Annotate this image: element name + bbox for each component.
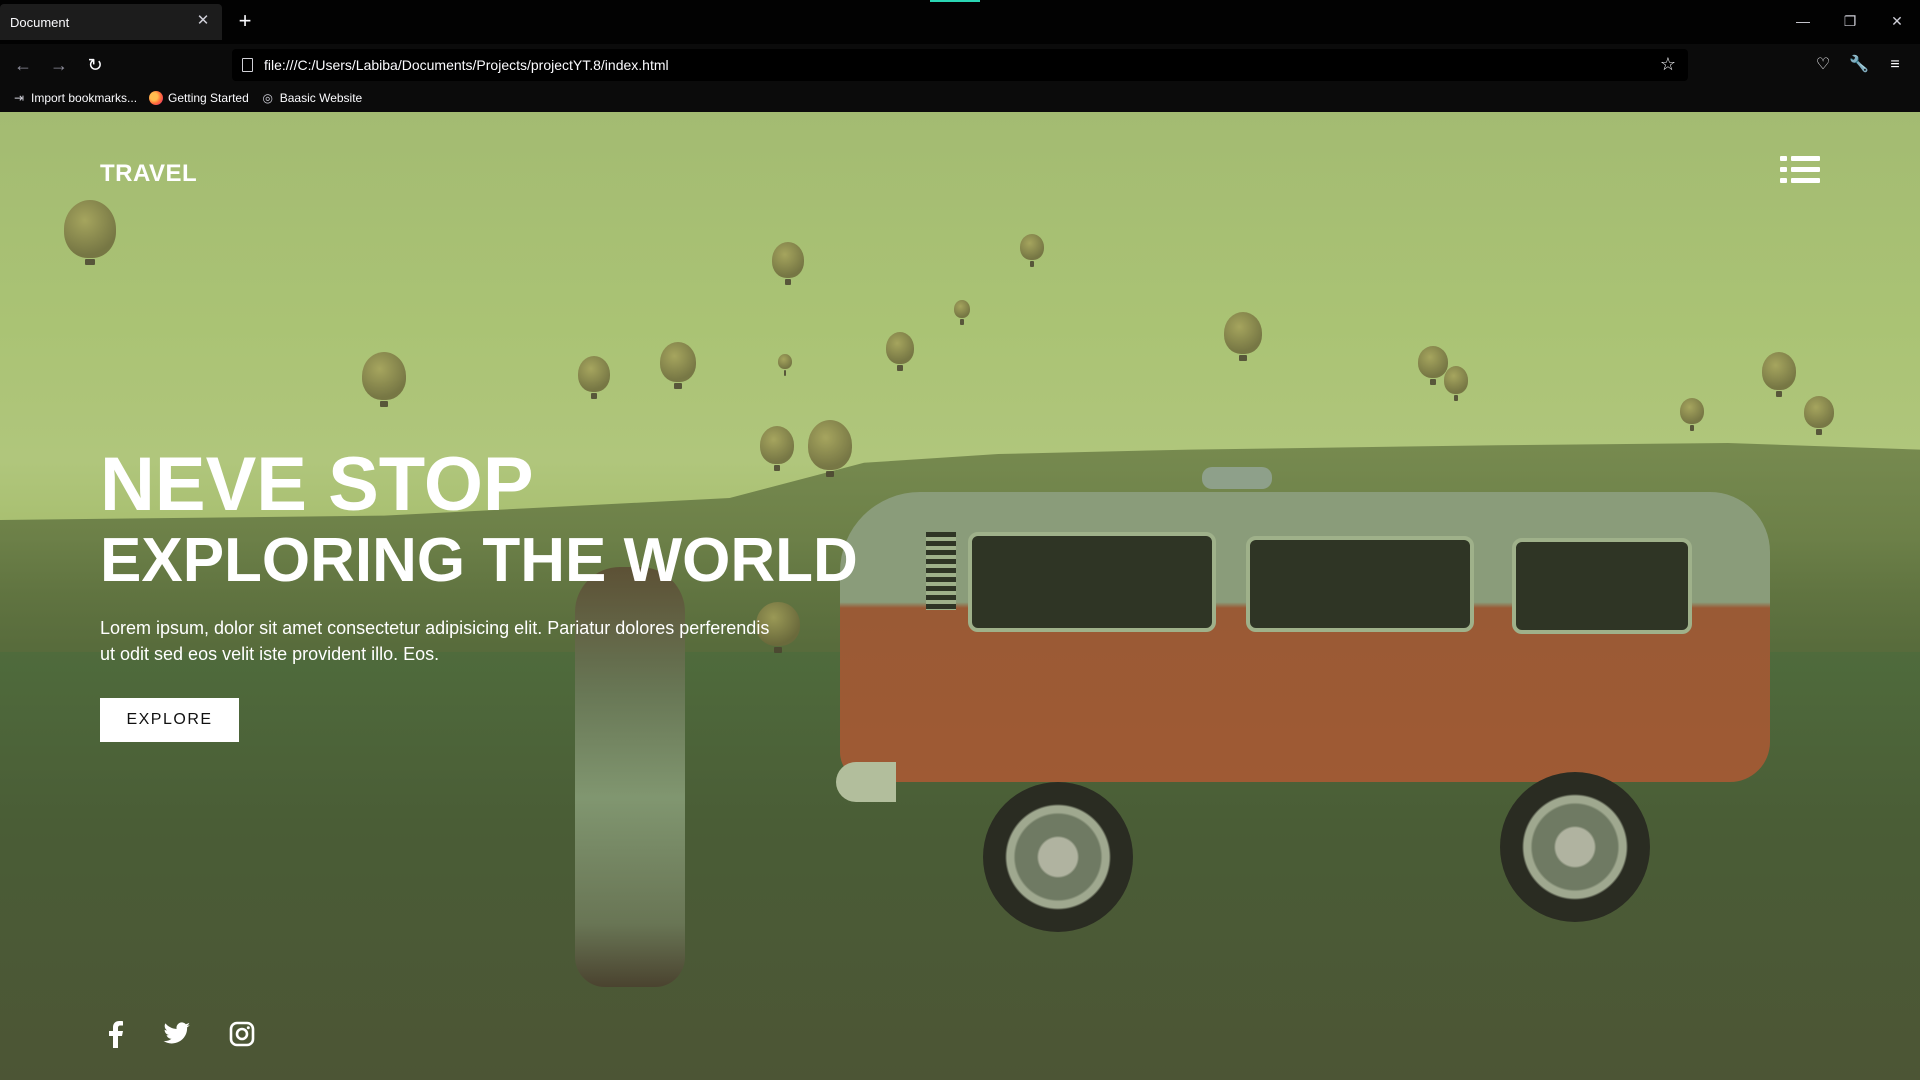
close-icon[interactable]: ✕ xyxy=(194,12,212,30)
balloon-image xyxy=(778,354,792,376)
van-front-bumper xyxy=(836,762,896,802)
window-close-icon[interactable]: ✕ xyxy=(1883,10,1911,32)
bookmarks-bar: ⇥ Import bookmarks... Getting Started ◎ … xyxy=(0,84,1920,112)
balloon-image xyxy=(1020,234,1044,267)
instagram-icon[interactable] xyxy=(225,1017,259,1051)
balloon-image xyxy=(1224,312,1262,361)
bookmark-label: Baasic Website xyxy=(279,91,363,105)
twitter-icon[interactable] xyxy=(160,1017,194,1051)
globe-icon: ◎ xyxy=(262,91,273,105)
minimize-icon[interactable]: — xyxy=(1789,10,1817,32)
bookmark-baasic-website[interactable]: ◎ Baasic Website xyxy=(261,91,363,105)
balloon-image xyxy=(1762,352,1796,397)
browser-titlebar: Document ✕ + — ❐ ✕ xyxy=(0,0,1920,44)
restore-icon[interactable]: ❐ xyxy=(1836,10,1864,32)
explore-button[interactable]: EXPLORE xyxy=(100,698,239,742)
van-side-grille xyxy=(926,532,956,610)
page-icon xyxy=(242,58,253,72)
van-window xyxy=(1512,538,1692,634)
browser-navbar: ← → ↻ file:///C:/Users/Labiba/Documents/… xyxy=(0,44,1920,84)
forward-arrow-icon[interactable]: → xyxy=(46,52,72,78)
tab-document[interactable]: Document ✕ xyxy=(0,4,222,40)
balloon-image xyxy=(1418,346,1448,385)
url-text[interactable]: file:///C:/Users/Labiba/Documents/Projec… xyxy=(264,57,669,73)
van-window xyxy=(1246,536,1474,632)
balloon-image xyxy=(808,420,852,477)
balloon-image xyxy=(362,352,406,407)
balloon-image xyxy=(1680,398,1704,431)
van-roof-vent xyxy=(1202,467,1272,489)
back-arrow-icon[interactable]: ← xyxy=(10,52,36,78)
bookmark-label: Getting Started xyxy=(168,91,249,105)
van-wheel xyxy=(1500,772,1650,922)
van-window xyxy=(968,532,1216,632)
hero-paragraph: Lorem ipsum, dolor sit amet consectetur … xyxy=(100,618,770,664)
facebook-icon[interactable] xyxy=(98,1017,132,1051)
reload-icon[interactable]: ↻ xyxy=(82,52,108,78)
balloon-image xyxy=(64,200,116,265)
balloon-image xyxy=(1444,366,1468,401)
bookmark-star-icon[interactable]: ☆ xyxy=(1660,54,1676,75)
bookmark-import[interactable]: ⇥ Import bookmarks... xyxy=(12,91,137,105)
balloon-image xyxy=(760,426,794,471)
menu-list-icon[interactable] xyxy=(1780,154,1820,186)
hero-section: TRAVEL NEVE STOP EXPLORING THE WORLD Lor… xyxy=(0,112,1920,1080)
tab-title: Document xyxy=(10,14,70,30)
balloon-image xyxy=(886,332,914,371)
hamburger-menu-icon[interactable]: ≡ xyxy=(1882,52,1908,78)
hero-headline-line2: EXPLORING THE WORLD xyxy=(100,526,858,595)
balloon-image xyxy=(1804,396,1834,435)
balloon-image xyxy=(772,242,804,285)
import-icon: ⇥ xyxy=(13,91,25,105)
firefox-icon xyxy=(149,91,164,105)
bookmark-getting-started[interactable]: Getting Started xyxy=(149,91,249,105)
wrench-icon[interactable]: 🔧 xyxy=(1846,52,1872,78)
van-wheel xyxy=(983,782,1133,932)
balloon-image xyxy=(954,300,970,325)
balloon-image xyxy=(660,342,696,389)
balloon-image xyxy=(578,356,610,399)
new-tab-button[interactable]: + xyxy=(232,8,258,34)
url-bar[interactable]: file:///C:/Users/Labiba/Documents/Projec… xyxy=(232,49,1688,81)
hero-headline-line1: NEVE STOP xyxy=(100,442,534,527)
pocket-icon[interactable]: ♡ xyxy=(1810,52,1836,78)
tab-glow xyxy=(930,0,980,2)
site-brand-logo[interactable]: TRAVEL xyxy=(100,160,197,188)
bookmark-label: Import bookmarks... xyxy=(31,91,138,105)
